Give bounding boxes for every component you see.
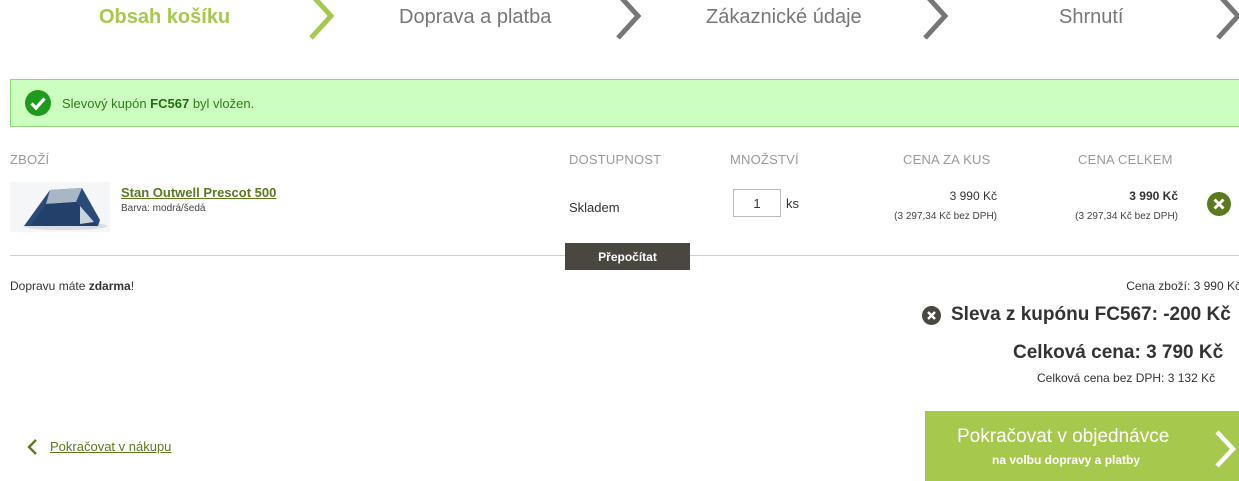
continue-shopping-label: Pokračovat v nákupu bbox=[50, 439, 172, 454]
coupon-success-alert: Slevový kupón FC567 byl vložen. bbox=[10, 79, 1239, 127]
step-summary[interactable]: Shrnutí bbox=[1059, 6, 1123, 30]
free-shipping-note: Dopravu máte zdarma! bbox=[10, 279, 135, 293]
total-price-summary: Celková cena: 3 790 Kč bbox=[1013, 342, 1224, 363]
alert-message: Slevový kupón FC567 byl vložen. bbox=[62, 96, 255, 111]
remove-coupon-icon[interactable] bbox=[922, 306, 941, 325]
continue-order-sublabel: na volbu dopravy a platby bbox=[992, 453, 1141, 467]
chevron-right-icon bbox=[616, 0, 642, 40]
header-quantity: MNOŽSTVÍ bbox=[730, 152, 799, 167]
product-variant: Barva: modrá/šedá bbox=[121, 203, 206, 214]
product-name-link[interactable]: Stan Outwell Prescot 500 bbox=[121, 185, 276, 200]
chevron-right-icon bbox=[309, 0, 335, 40]
total-price-nodph: (3 297,34 Kč bez DPH) bbox=[1075, 211, 1178, 222]
header-item: ZBOŽÍ bbox=[10, 152, 50, 167]
header-availability: DOSTUPNOST bbox=[569, 152, 662, 167]
continue-order-label: Pokračovat v objednávce bbox=[957, 426, 1170, 447]
quantity-unit: ks bbox=[786, 196, 799, 211]
recalculate-button[interactable]: Přepočítat bbox=[565, 243, 690, 270]
header-unit-price: CENA ZA KUS bbox=[903, 152, 991, 167]
checkout-steps: Obsah košíku Doprava a platba Zákaznické… bbox=[0, 0, 1239, 50]
coupon-discount: Sleva z kupónu FC567: -200 Kč bbox=[951, 304, 1231, 325]
total-price: 3 990 Kč (3 297,34 Kč bez DPH) bbox=[1075, 189, 1178, 222]
continue-order-button[interactable]: Pokračovat v objednávce na volbu dopravy… bbox=[925, 411, 1239, 481]
unit-price: 3 990 Kč (3 297,34 Kč bez DPH) bbox=[894, 189, 997, 222]
chevron-right-icon bbox=[1215, 430, 1237, 468]
goods-price: Cena zboží: 3 990 Kč bbox=[1126, 279, 1239, 293]
product-thumbnail[interactable] bbox=[10, 182, 110, 232]
quantity-input[interactable] bbox=[733, 189, 781, 217]
chevron-right-icon bbox=[1216, 0, 1239, 40]
unit-price-nodph: (3 297,34 Kč bez DPH) bbox=[894, 211, 997, 222]
header-total-price: CENA CELKEM bbox=[1078, 152, 1173, 167]
coupon-code: FC567 bbox=[150, 96, 190, 111]
check-circle-icon bbox=[25, 90, 51, 116]
chevron-left-icon bbox=[27, 439, 37, 455]
availability-status: Skladem bbox=[569, 200, 620, 215]
step-customer-details[interactable]: Zákaznické údaje bbox=[706, 6, 862, 30]
remove-item-icon[interactable] bbox=[1207, 192, 1231, 216]
step-cart-contents: Obsah košíku bbox=[99, 6, 231, 28]
total-price-nodph-summary: Celková cena bez DPH: 3 132 Kč bbox=[1037, 371, 1216, 385]
step-shipping-payment[interactable]: Doprava a platba bbox=[399, 6, 551, 30]
chevron-right-icon bbox=[923, 0, 949, 40]
